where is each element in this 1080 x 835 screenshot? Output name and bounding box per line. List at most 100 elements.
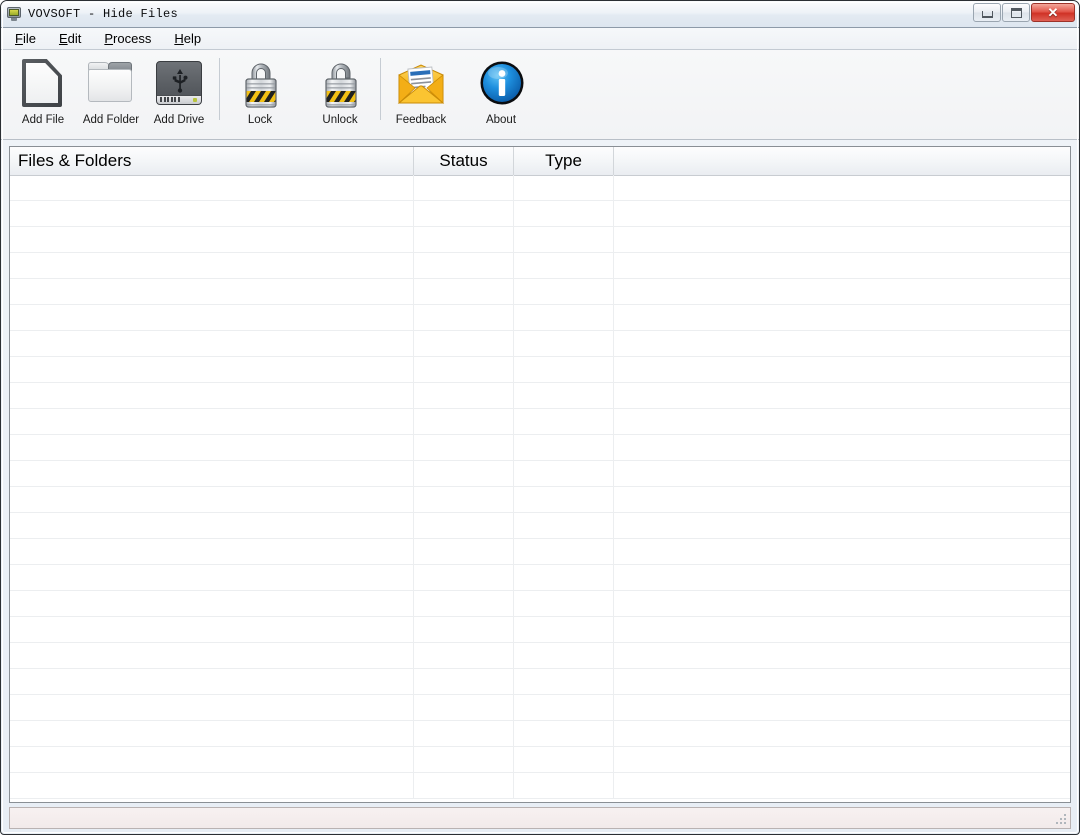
table-row[interactable] — [10, 279, 1070, 305]
table-cell — [614, 643, 1070, 668]
table-row[interactable] — [10, 383, 1070, 409]
add-folder-button[interactable]: Add Folder — [81, 54, 141, 132]
list-body[interactable] — [10, 175, 1070, 802]
table-cell — [514, 617, 614, 642]
add-drive-label: Add Drive — [153, 114, 205, 126]
table-cell — [414, 747, 514, 772]
toolbar: Add File Add Folder Add Drive Lock Unloc… — [1, 50, 1079, 140]
about-button[interactable]: About — [471, 54, 531, 132]
table-row[interactable] — [10, 773, 1070, 799]
table-cell — [414, 253, 514, 278]
menu-item-help[interactable]: Help — [172, 30, 203, 47]
table-row[interactable] — [10, 253, 1070, 279]
table-cell — [514, 539, 614, 564]
menu-item-file[interactable]: File — [13, 30, 38, 47]
table-cell — [414, 695, 514, 720]
column-header-files-folders[interactable]: Files & Folders — [10, 147, 414, 175]
table-cell — [514, 175, 614, 200]
table-row[interactable] — [10, 539, 1070, 565]
table-row[interactable] — [10, 721, 1070, 747]
table-cell — [414, 383, 514, 408]
table-cell — [514, 721, 614, 746]
column-header-status[interactable]: Status — [414, 147, 514, 175]
table-cell — [10, 357, 414, 382]
add-file-button[interactable]: Add File — [13, 54, 73, 132]
table-row[interactable] — [10, 201, 1070, 227]
folder-icon — [84, 57, 138, 111]
table-cell — [10, 721, 414, 746]
table-row[interactable] — [10, 487, 1070, 513]
table-row[interactable] — [10, 565, 1070, 591]
table-cell — [514, 695, 614, 720]
table-cell — [614, 773, 1070, 798]
table-cell — [10, 409, 414, 434]
menu-item-edit[interactable]: Edit — [57, 30, 83, 47]
drive-connector-ticks — [160, 97, 180, 102]
table-cell — [514, 513, 614, 538]
table-row[interactable] — [10, 695, 1070, 721]
table-cell — [514, 279, 614, 304]
table-row[interactable] — [10, 461, 1070, 487]
table-row[interactable] — [10, 643, 1070, 669]
table-cell — [414, 461, 514, 486]
close-button[interactable]: ✕ — [1031, 3, 1075, 22]
table-cell — [414, 227, 514, 252]
table-cell — [614, 591, 1070, 616]
table-cell — [10, 773, 414, 798]
table-row[interactable] — [10, 435, 1070, 461]
table-cell — [10, 175, 414, 200]
table-row[interactable] — [10, 305, 1070, 331]
table-cell — [414, 175, 514, 200]
table-cell — [614, 487, 1070, 512]
resize-grip-icon[interactable] — [1055, 813, 1068, 826]
document-icon — [16, 57, 70, 111]
table-cell — [514, 253, 614, 278]
table-cell — [414, 513, 514, 538]
table-row[interactable] — [10, 747, 1070, 773]
unlock-button[interactable]: Unlock — [310, 54, 370, 132]
status-bar — [9, 807, 1071, 829]
table-cell — [614, 383, 1070, 408]
table-cell — [514, 773, 614, 798]
column-header-blank[interactable] — [614, 147, 1070, 175]
table-cell — [514, 461, 614, 486]
table-row[interactable] — [10, 227, 1070, 253]
table-cell — [414, 591, 514, 616]
table-cell — [10, 591, 414, 616]
table-cell — [514, 487, 614, 512]
table-row[interactable] — [10, 175, 1070, 201]
minimize-button[interactable] — [973, 3, 1001, 22]
table-row[interactable] — [10, 357, 1070, 383]
table-row[interactable] — [10, 591, 1070, 617]
lock-button[interactable]: Lock — [230, 54, 290, 132]
table-row[interactable] — [10, 513, 1070, 539]
table-cell — [514, 383, 614, 408]
add-drive-button[interactable]: Add Drive — [149, 54, 209, 132]
files-list-view[interactable]: Files & Folders Status Type — [9, 146, 1071, 803]
table-cell — [10, 747, 414, 772]
table-cell — [414, 617, 514, 642]
table-cell — [414, 721, 514, 746]
table-cell — [614, 617, 1070, 642]
window-title: VOVSOFT - Hide Files — [28, 7, 179, 21]
table-cell — [614, 513, 1070, 538]
table-row[interactable] — [10, 331, 1070, 357]
table-cell — [614, 747, 1070, 772]
add-folder-label: Add Folder — [82, 114, 140, 126]
table-cell — [10, 253, 414, 278]
envelope-icon — [394, 57, 448, 111]
close-icon: ✕ — [1047, 5, 1059, 20]
feedback-button[interactable]: Feedback — [391, 54, 451, 132]
table-cell — [414, 669, 514, 694]
table-cell — [10, 201, 414, 226]
menu-item-process[interactable]: Process — [102, 30, 153, 47]
table-cell — [10, 279, 414, 304]
table-row[interactable] — [10, 617, 1070, 643]
column-header-type[interactable]: Type — [514, 147, 614, 175]
table-cell — [514, 747, 614, 772]
table-cell — [414, 487, 514, 512]
application-window: VOVSOFT - Hide Files ✕ File Edit Process… — [0, 0, 1080, 835]
maximize-button[interactable] — [1002, 3, 1030, 22]
table-row[interactable] — [10, 669, 1070, 695]
table-row[interactable] — [10, 409, 1070, 435]
